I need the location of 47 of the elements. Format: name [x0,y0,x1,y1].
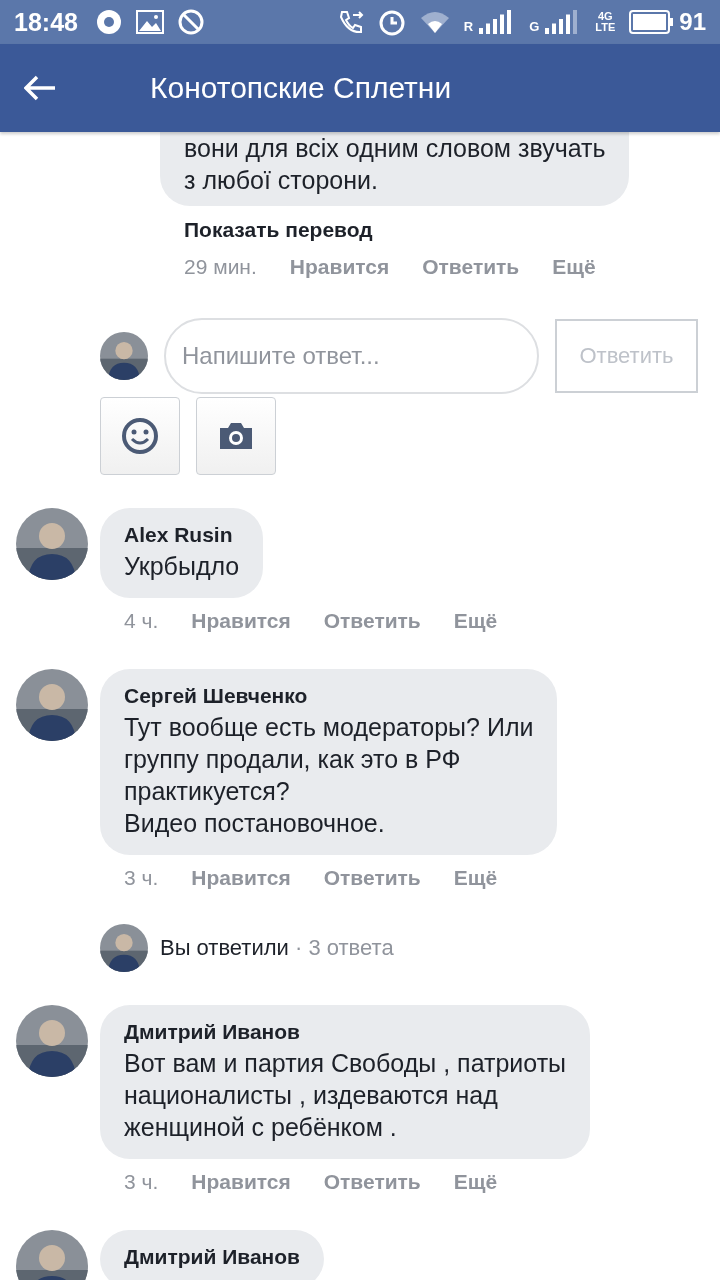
comment-text: Укрбыдло [124,551,240,582]
comment-action[interactable]: Нравится [191,609,291,633]
ring-icon [95,9,122,35]
comment-action[interactable]: Нравится [191,1170,291,1194]
comment-time: 3 ч. [124,1169,159,1195]
comment-action[interactable]: Ещё [453,866,498,890]
battery-icon [629,10,674,34]
camera-icon [218,422,254,450]
author-name[interactable]: Alex Rusin [124,520,240,550]
comment-text: Вот вам и партия Свободы , патриоты националисты , издеваются над женщиной с ребёнком . [124,1048,567,1143]
comment-action[interactable]: Ответить [323,866,421,890]
avatar[interactable] [100,332,148,380]
reply-field[interactable]: Напишите ответ... [164,318,539,394]
sim-label: G [529,19,540,34]
comment-time: 3 ч. [124,865,159,891]
back-arrow-icon [24,75,56,101]
clock: 18:48 [14,7,78,37]
image-icon [135,10,164,34]
comment-text: Тут вообще есть модераторы? Или группу продали, как это в РФ практикуется? Видео постановочное. [124,712,534,839]
comment-text: вони для всіх одним словом звучать з любої сторони. [184,133,606,196]
photo-button[interactable] [196,397,276,475]
comment-time: 4 ч. [124,608,159,634]
author-name[interactable]: Дмитрий Иванов [124,1017,567,1047]
blocked-icon [177,9,204,35]
author-name[interactable]: Дмитрий Иванов [124,1242,300,1272]
comment-action[interactable]: Ещё [453,609,498,633]
sim-label: R [463,19,474,34]
author-name[interactable]: Сергей Шевченко [124,681,534,711]
comment-action[interactable]: Ещё [552,255,596,279]
emoji-button[interactable] [100,397,180,475]
comment-action[interactable]: Ответить [323,609,421,633]
avatar[interactable] [100,924,148,972]
network-type: 4G LTE [595,11,616,33]
comment-time: 29 мин. [184,254,257,280]
call-forward-icon [337,9,364,35]
alarm-icon [377,8,406,36]
replies-link[interactable]: Вы ответили · 3 ответа [160,935,394,961]
wifi-icon [419,10,450,34]
battery-level: 91 [679,8,706,36]
comment-action[interactable]: Нравится [289,255,390,279]
comment-action[interactable]: Ещё [453,1170,498,1194]
comment-action[interactable]: Ответить [323,1170,421,1194]
comment-action[interactable]: Нравится [191,866,291,890]
smiley-icon [121,417,159,455]
translate-link[interactable]: Показать перевод [184,216,373,244]
page-title: Конотопские Сплетни [150,71,452,105]
comment-action[interactable]: Ответить [422,255,520,279]
